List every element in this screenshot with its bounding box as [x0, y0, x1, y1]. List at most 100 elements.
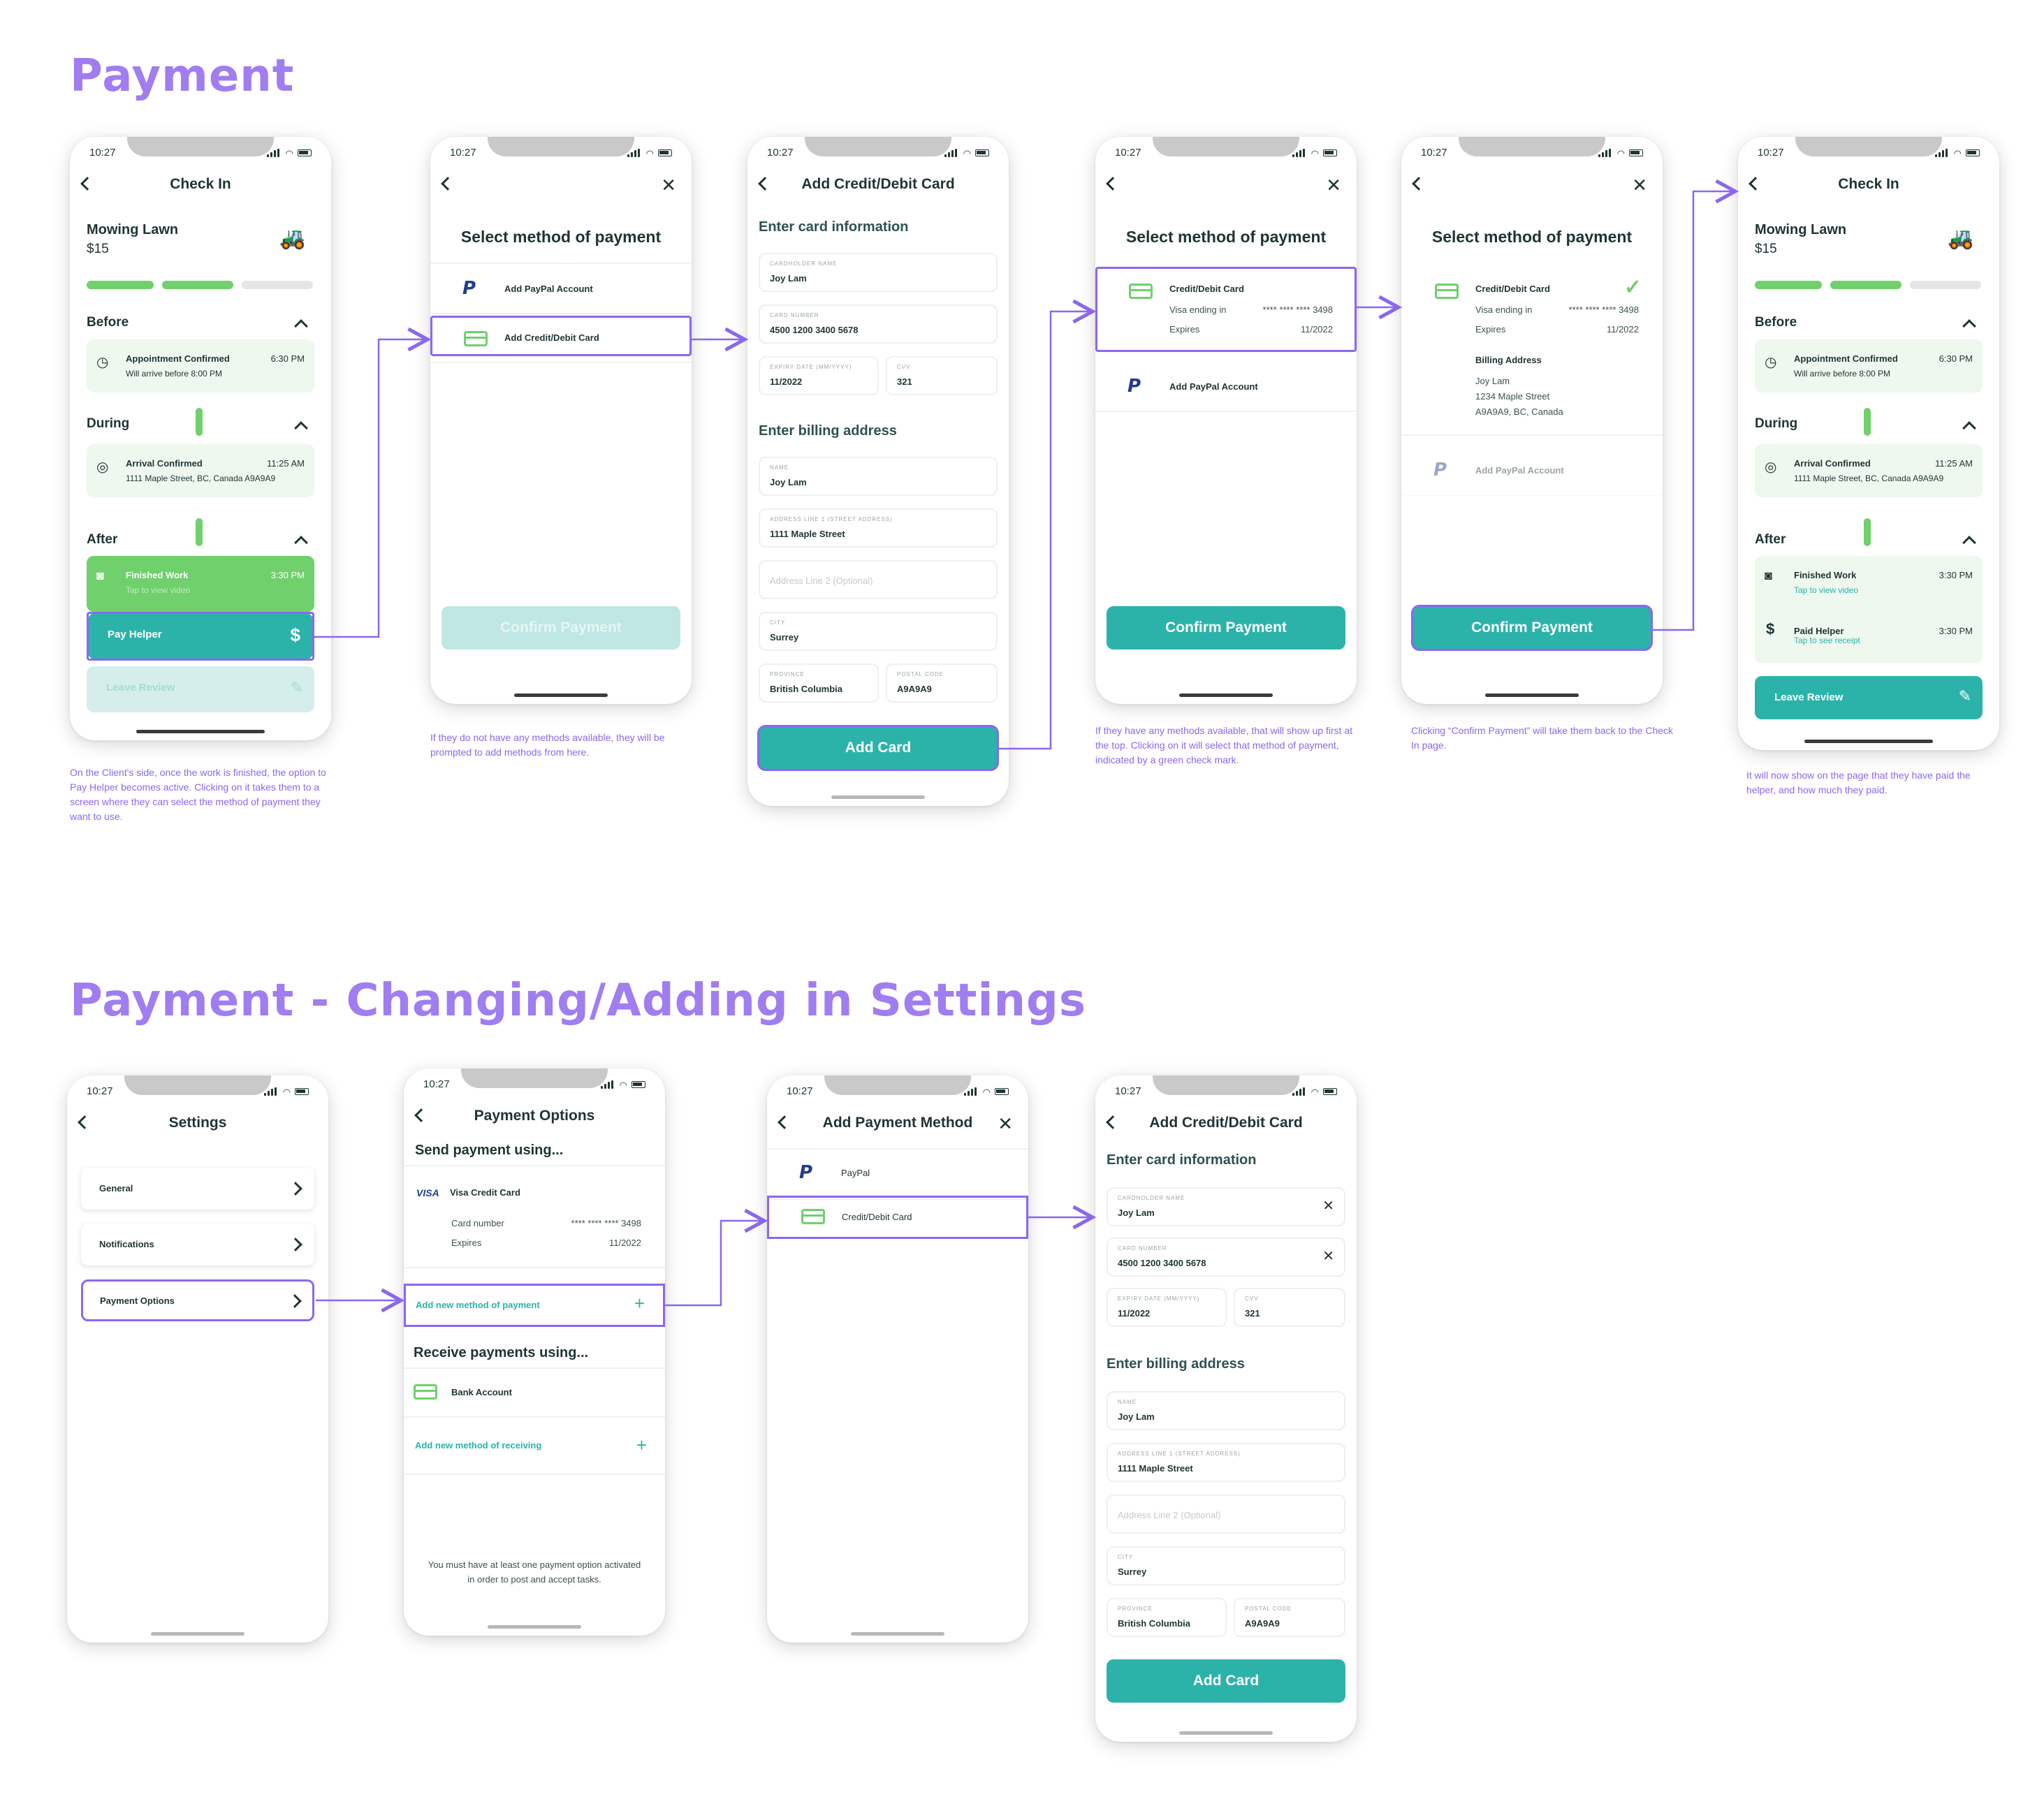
- see-receipt-link[interactable]: Tap to see receipt: [1794, 636, 1860, 645]
- chevron-up-icon[interactable]: [1962, 319, 1976, 333]
- billing-name-field[interactable]: NAME Joy Lam: [759, 457, 998, 496]
- back-icon[interactable]: [441, 177, 455, 191]
- cvv-field[interactable]: CVV 321: [1234, 1288, 1345, 1327]
- event-arrival: ◎ Arrival Confirmed 11:25 AM 1111 Maple …: [87, 444, 314, 497]
- credit-card-option[interactable]: Credit/Debit Card: [767, 1196, 1028, 1239]
- chevron-right-icon: [288, 1294, 302, 1308]
- highlight: [430, 316, 692, 356]
- leave-review-button[interactable]: Leave Review ✎: [1755, 676, 1983, 719]
- visa-icon: VISA: [416, 1187, 439, 1198]
- card-number-field[interactable]: CARD NUMBER 4500 1200 3400 5678 ✕: [1107, 1238, 1345, 1277]
- note-1: On the Client's side, once the work is f…: [70, 767, 326, 822]
- field-label: CARDHOLDER NAME: [770, 260, 838, 267]
- card-info-heading: Enter card information: [1107, 1152, 1257, 1168]
- cardholder-name-field[interactable]: CARDHOLDER NAME Joy Lam: [759, 253, 998, 292]
- add-paypal-option[interactable]: P Add PayPal Account: [1095, 362, 1357, 412]
- province-field[interactable]: PROVINCE British Columbia: [1107, 1598, 1227, 1637]
- dollar-icon: $: [1766, 620, 1775, 638]
- chevron-up-icon[interactable]: [294, 421, 308, 435]
- expiry-field[interactable]: EXPIRY DATE (MM/YYYY) 11/2022: [759, 356, 879, 395]
- add-paypal-option[interactable]: P Add PayPal Account: [430, 264, 692, 314]
- settings-general[interactable]: General: [81, 1168, 314, 1210]
- signal-icon: [1598, 149, 1611, 157]
- back-icon[interactable]: [1412, 177, 1426, 191]
- address-line1-field[interactable]: ADDRESS LINE 1 (STREET ADDRESS) 1111 Mapl…: [1107, 1443, 1345, 1482]
- settings-notifications[interactable]: Notifications: [81, 1224, 314, 1265]
- lawnmower-icon: 🚜: [279, 227, 306, 250]
- add-payment-method[interactable]: Add new method of payment +: [404, 1284, 665, 1327]
- address-line1-field[interactable]: ADDRESS LINE 1 (STREET ADDRESS) 1111 Mapl…: [759, 508, 998, 548]
- chevron-up-icon[interactable]: [1962, 421, 1976, 435]
- add-card-button[interactable]: Add Card: [1107, 1659, 1345, 1703]
- close-icon[interactable]: ✕: [1326, 175, 1341, 196]
- chevron-right-icon: [289, 1238, 302, 1252]
- event-time: 6:30 PM: [270, 353, 305, 364]
- settings-payment-options[interactable]: Payment Options: [81, 1279, 314, 1321]
- page-title: Select method of payment: [1431, 228, 1633, 246]
- field-value: 321: [897, 376, 912, 387]
- paypal-icon: P: [462, 278, 476, 299]
- field-label: CITY: [770, 619, 786, 626]
- province-field[interactable]: PROVINCE British Columbia: [759, 663, 879, 703]
- battery-icon: [1629, 149, 1643, 156]
- billing-name-field[interactable]: NAME Joy Lam: [1107, 1391, 1345, 1430]
- bank-account-item[interactable]: Bank Account: [404, 1369, 665, 1418]
- field-value: Surrey: [770, 632, 799, 643]
- event-time: 3:30 PM: [270, 570, 305, 580]
- cvv-field[interactable]: CVV 321: [886, 356, 998, 395]
- status-bar: 10:27 ◠: [87, 1085, 309, 1098]
- clear-icon[interactable]: ✕: [1322, 1197, 1334, 1214]
- field-label: PROVINCE: [1118, 1606, 1153, 1612]
- plus-icon: +: [636, 1434, 647, 1455]
- event-time: 3:30 PM: [1939, 626, 1973, 636]
- clear-icon[interactable]: ✕: [1322, 1247, 1334, 1265]
- finished-work-card[interactable]: ◙ Finished Work 3:30 PM Tap to view vide…: [87, 556, 314, 612]
- cardholder-name-field[interactable]: CARDHOLDER NAME Joy Lam ✕: [1107, 1187, 1345, 1226]
- postal-code-field[interactable]: POSTAL CODE A9A9A9: [1234, 1598, 1345, 1637]
- close-icon[interactable]: ✕: [998, 1113, 1013, 1135]
- paypal-option[interactable]: P PayPal: [767, 1150, 1028, 1200]
- address-line2-field[interactable]: Address Line 2 (Optional): [1107, 1495, 1345, 1534]
- check-icon: ✓: [1623, 276, 1642, 299]
- chevron-up-icon[interactable]: [294, 319, 308, 333]
- close-icon[interactable]: ✕: [1632, 175, 1647, 196]
- address-line2-field[interactable]: Address Line 2 (Optional): [759, 560, 998, 599]
- arrow-add-to-select: [999, 311, 1093, 750]
- camera-icon: ◙: [96, 568, 104, 582]
- add-paypal-option[interactable]: P Add PayPal Account: [1401, 446, 1663, 496]
- highlight: [1411, 605, 1653, 651]
- billing-heading: Enter billing address: [1107, 1356, 1245, 1372]
- city-field[interactable]: CITY Surrey: [759, 612, 998, 651]
- postal-code-field[interactable]: POSTAL CODE A9A9A9: [886, 663, 998, 703]
- chevron-up-icon[interactable]: [1962, 536, 1976, 550]
- event-title[interactable]: Finished Work: [1794, 570, 1856, 580]
- field-label: EXPIRY DATE (MM/YYYY): [770, 364, 852, 370]
- card-number-field[interactable]: CARD NUMBER 4500 1200 3400 5678: [759, 304, 998, 344]
- card-option-selected[interactable]: Credit/Debit Card ✓ Visa ending in **** …: [1401, 268, 1663, 436]
- visa-card-item[interactable]: VISA Visa Credit Card Card number **** *…: [404, 1166, 665, 1268]
- back-icon[interactable]: [1106, 177, 1120, 191]
- wifi-icon: ◠: [1953, 148, 1962, 159]
- add-receiving-method[interactable]: Add new method of receiving +: [404, 1419, 665, 1475]
- home-indicator: [1179, 693, 1273, 697]
- chevron-up-icon[interactable]: [294, 536, 308, 550]
- field-value: 1111 Maple Street: [1118, 1463, 1193, 1474]
- lawnmower-icon: 🚜: [1948, 227, 1974, 250]
- event-time: 11:25 AM: [267, 458, 305, 469]
- after-events: ◙ Finished Work 3:30 PM Tap to view vide…: [1755, 556, 1983, 663]
- event-title[interactable]: Paid Helper: [1794, 626, 1844, 636]
- confirm-payment-button[interactable]: Confirm Payment: [1107, 606, 1345, 649]
- billing-line: A9A9A9, BC, Canada: [1475, 406, 1563, 417]
- field-value: A9A9A9: [897, 684, 932, 694]
- page-title: Payment Options: [474, 1108, 595, 1124]
- view-video-link[interactable]: Tap to view video: [1794, 585, 1858, 595]
- status-bar: 10:27 ◠: [450, 147, 672, 159]
- field-label: NAME: [1118, 1399, 1137, 1405]
- city-field[interactable]: CITY Surrey: [1107, 1546, 1345, 1585]
- status-bar: 10:27 ◠: [767, 147, 989, 159]
- section-after: After: [87, 532, 118, 547]
- card-info-heading: Enter card information: [759, 219, 909, 235]
- close-icon[interactable]: ✕: [661, 175, 676, 196]
- phone-add-card: 10:27 ◠ Add Credit/Debit Card Enter card …: [747, 137, 1009, 806]
- expiry-field[interactable]: EXPIRY DATE (MM/YYYY) 11/2022: [1107, 1288, 1227, 1327]
